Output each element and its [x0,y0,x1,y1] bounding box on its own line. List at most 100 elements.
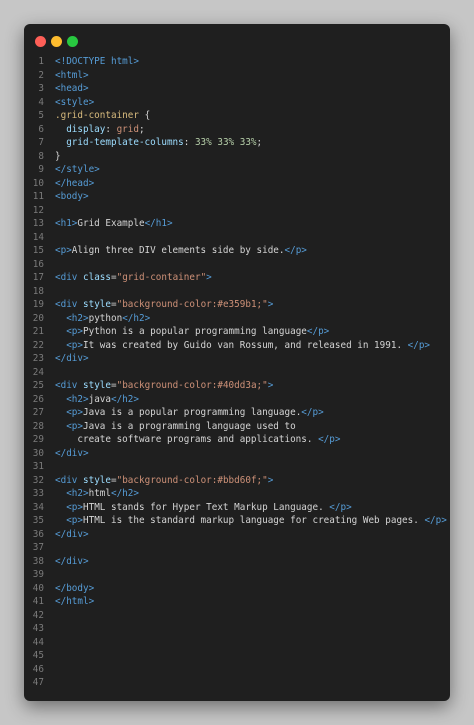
minimize-window-button[interactable] [51,36,62,47]
code-token: </p> [284,245,307,256]
code-line[interactable]: 23 </div> [24,352,450,366]
code-token: </head> [55,177,95,189]
code-token: </div> [55,555,89,567]
code-text: grid-template-columns: 33% 33% 33%; [55,136,262,150]
line-number: 37 [32,542,44,553]
code-text: </div> [55,447,89,461]
code-token: Java is a programming language used to [83,420,296,432]
code-line[interactable]: 28 <p>Java is a programming language use… [24,420,450,434]
code-line[interactable]: 40 </body> [24,582,450,596]
code-editor-window: 1 <!DOCTYPE html> 2 <html> 3 <head> 4 <style> 5.… [24,24,450,701]
code-token: <div [55,474,83,486]
line-number: 39 [32,569,44,580]
code-token: <div [55,272,83,283]
code-line[interactable]: 36 </div> [24,528,450,542]
line-number: 43 [32,623,44,634]
code-token: <style> [55,96,95,108]
code-line[interactable]: 29 create software programs and applicat… [24,433,450,447]
code-line[interactable]: 39 [24,568,450,582]
code-line[interactable]: 3 <head> [24,82,450,96]
code-token: Grid Example [77,218,145,229]
code-token: </h2> [122,312,151,324]
code-line[interactable]: 42 [24,609,450,623]
code-line[interactable]: 46 [24,663,450,677]
code-line[interactable]: 1 <!DOCTYPE html> [24,55,450,69]
code-text: <h2>python</h2> [55,312,150,326]
line-number: 5 [38,110,44,121]
code-line[interactable]: 47 [24,676,450,690]
code-text: <!DOCTYPE html> [55,55,139,69]
line-number: 1 [38,56,44,67]
code-line[interactable]: 6 display: grid; [24,123,450,137]
code-line[interactable]: 12 [24,204,450,218]
line-number: 40 [32,582,44,594]
code-token: </p> [407,339,431,351]
code-token: </p> [424,515,447,526]
code-token: <p> [55,515,83,526]
code-token: <div [55,380,83,391]
code-token: </h2> [110,393,139,405]
code-line[interactable]: 18 [24,285,450,299]
code-line[interactable]: 45 [24,649,450,663]
line-number: 46 [32,663,44,675]
code-line[interactable]: 31 [24,460,450,474]
code-line[interactable]: 14 [24,231,450,245]
code-line[interactable]: 15 <p>Align three DIV elements side by si… [24,244,450,258]
code-token: style [83,299,111,310]
code-line[interactable]: 24 [24,366,450,380]
code-line[interactable]: 35 <p>HTML is the standard markup langua… [24,514,450,528]
line-number: 25 [32,380,44,391]
code-line[interactable]: 38 </div> [24,555,450,569]
code-token: } [55,150,61,162]
code-line[interactable]: 26 <h2>java</h2> [24,393,450,407]
code-line[interactable]: 9 </style> [24,163,450,177]
maximize-window-button[interactable] [67,36,78,47]
line-number: 34 [32,501,44,513]
code-line[interactable]: 22 <p>It was created by Guido van Rossum… [24,339,450,353]
code-token: <p> [55,339,83,351]
code-line[interactable]: 2 <html> [24,69,450,83]
code-text: create software programs and application… [55,433,340,447]
code-line[interactable]: 19 <div style="background-color:#e359b1;"… [24,298,450,312]
code-line[interactable]: 25 <div style="background-color:#40dd3a;"… [24,379,450,393]
code-line[interactable]: 7 grid-template-columns: 33% 33% 33%; [24,136,450,150]
code-token: .grid-container [55,110,139,121]
code-line[interactable]: 21 <p>Python is a popular programming la… [24,325,450,339]
line-number: 8 [38,150,44,162]
code-line[interactable]: 5 .grid-container { [24,109,450,123]
code-line[interactable]: 34 <p>HTML stands for Hyper Text Markup … [24,501,450,515]
code-token: <p> [55,420,83,432]
code-line[interactable]: 41 </html> [24,595,450,609]
code-text: <html> [55,69,89,83]
code-token: </p> [301,407,324,418]
code-token: grid [116,123,139,135]
code-line[interactable]: 11 <body> [24,190,450,204]
code-token: : [105,123,117,135]
code-line[interactable]: 20 <h2>python</h2> [24,312,450,326]
code-text: } [55,150,61,164]
code-line[interactable]: 4 <style> [24,96,450,110]
code-token: <h1> [55,218,78,229]
code-token: It was created by Guido van Rossum, and … [83,339,408,351]
code-line[interactable]: 44 [24,636,450,650]
code-token: </div> [55,447,89,459]
code-token: display [55,123,106,135]
code-line[interactable]: 37 [24,541,450,555]
line-number: 36 [32,528,44,540]
code-line[interactable]: 30 </div> [24,447,450,461]
code-line[interactable]: 13 <h1>Grid Example</h1> [24,217,450,231]
code-line[interactable]: 33 <h2>html</h2> [24,487,450,501]
code-line[interactable]: 27 <p>Java is a popular programming lang… [24,406,450,420]
code-token: "grid-container" [116,272,207,283]
code-editor[interactable]: 1 <!DOCTYPE html> 2 <html> 3 <head> 4 <style> 5.… [24,55,450,701]
code-line[interactable]: 16 [24,258,450,272]
close-window-button[interactable] [35,36,46,47]
code-line[interactable]: 8} [24,150,450,164]
code-token: html [88,488,111,499]
code-line[interactable]: 43 [24,622,450,636]
code-text: .grid-container { [55,109,150,123]
code-line[interactable]: 10 </head> [24,177,450,191]
code-text: </body> [55,582,94,596]
code-line[interactable]: 32 <div style="background-color:#bbd60f;"… [24,474,450,488]
code-line[interactable]: 17 <div class="grid-container"> [24,271,450,285]
